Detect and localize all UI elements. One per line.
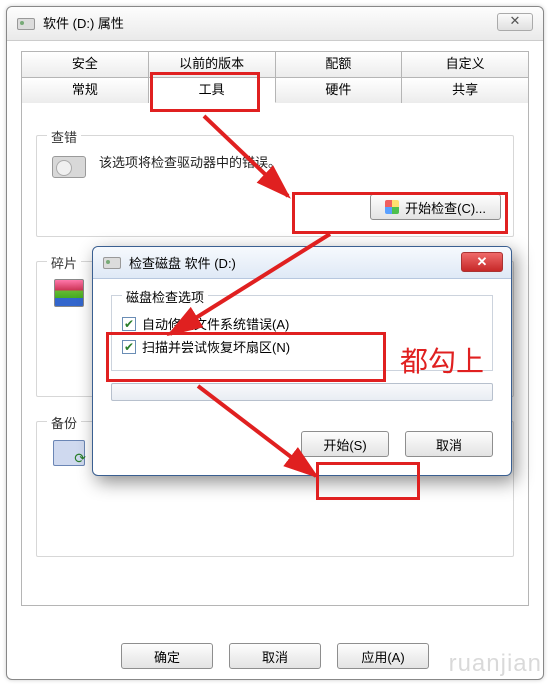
window-close-button[interactable]: ✕ (497, 13, 533, 31)
watermark: ruanjian (449, 650, 542, 678)
window-title: 软件 (D:) 属性 (43, 7, 124, 41)
dialog-title: 检查磁盘 软件 (D:) (129, 253, 236, 272)
fieldset-title: 磁盘检查选项 (122, 287, 208, 306)
start-check-button[interactable]: 开始检查(C)... (370, 194, 501, 220)
option-auto-fix[interactable]: ✔ 自动修复文件系统错误(A) (122, 314, 482, 333)
hdd-icon (52, 156, 86, 178)
drive-icon (17, 18, 35, 30)
check-description: 该选项将检查驱动器中的错误。 (99, 150, 501, 171)
tab-security[interactable]: 安全 (21, 51, 149, 77)
dialog-close-button[interactable]: ✕ (461, 252, 503, 272)
checkbox-scan-recover[interactable]: ✔ (122, 340, 136, 354)
tab-quota[interactable]: 配额 (276, 51, 403, 77)
group-title-defrag: 碎片 (47, 253, 81, 272)
group-error-checking: 查错 该选项将检查驱动器中的错误。 开始检查(C)... (36, 135, 514, 237)
tab-row-2: 常规 工具 硬件 共享 (21, 77, 529, 103)
ok-button[interactable]: 确定 (121, 643, 213, 669)
dialog-button-row: 开始(S) 取消 (111, 431, 493, 457)
check-disk-dialog: 检查磁盘 软件 (D:) ✕ 磁盘检查选项 ✔ 自动修复文件系统错误(A) ✔ … (92, 246, 512, 476)
tab-hardware[interactable]: 硬件 (276, 77, 403, 103)
tab-previous-versions[interactable]: 以前的版本 (149, 51, 276, 77)
backup-icon (53, 440, 85, 466)
checkbox-auto-fix[interactable]: ✔ (122, 317, 136, 331)
dialog-titlebar: 检查磁盘 软件 (D:) (93, 247, 511, 279)
close-icon: ✕ (477, 254, 488, 269)
group-title-check: 查错 (47, 127, 81, 146)
start-button[interactable]: 开始(S) (301, 431, 389, 457)
progress-bar (111, 383, 493, 401)
option-scan-recover-label: 扫描并尝试恢复坏扇区(N) (142, 337, 290, 356)
tab-row-1: 安全 以前的版本 配额 自定义 (21, 51, 529, 77)
defrag-icon (54, 279, 84, 307)
close-icon: ✕ (510, 13, 521, 28)
tab-tools[interactable]: 工具 (149, 77, 276, 103)
start-check-label: 开始检查(C)... (405, 198, 486, 217)
drive-icon (103, 257, 121, 269)
cancel-button[interactable]: 取消 (229, 643, 321, 669)
shield-icon (385, 200, 399, 214)
dialog-cancel-button[interactable]: 取消 (405, 431, 493, 457)
tab-general[interactable]: 常规 (21, 77, 149, 103)
option-scan-recover[interactable]: ✔ 扫描并尝试恢复坏扇区(N) (122, 337, 482, 356)
disk-check-options: 磁盘检查选项 ✔ 自动修复文件系统错误(A) ✔ 扫描并尝试恢复坏扇区(N) (111, 295, 493, 371)
option-auto-fix-label: 自动修复文件系统错误(A) (142, 314, 289, 333)
group-title-backup: 备份 (47, 413, 81, 432)
apply-button[interactable]: 应用(A) (337, 643, 429, 669)
tab-sharing[interactable]: 共享 (402, 77, 529, 103)
window-titlebar: 软件 (D:) 属性 (7, 7, 543, 41)
tab-customize[interactable]: 自定义 (402, 51, 529, 77)
dialog-body: 磁盘检查选项 ✔ 自动修复文件系统错误(A) ✔ 扫描并尝试恢复坏扇区(N) 开… (93, 279, 511, 475)
